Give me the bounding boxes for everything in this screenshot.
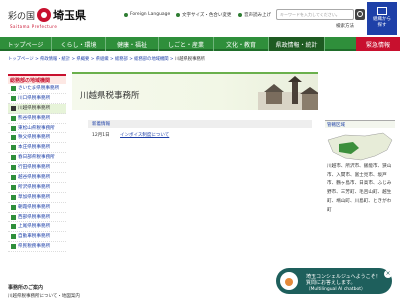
page-banner: 川越県税事務所 — [72, 72, 318, 110]
sidebar-item[interactable]: 秩父県税事務所 — [8, 133, 66, 144]
news-heading: 新着情報 — [88, 120, 312, 128]
logo-text-left: 彩の国 — [8, 11, 36, 22]
font-size-link[interactable]: 文字サイズ・色合い変更 — [176, 12, 231, 18]
nav-culture[interactable]: 文化・教育 — [214, 37, 269, 51]
nav-health[interactable]: 健康・福祉 — [106, 37, 159, 51]
news-item: 12月1日 インボイス制度について — [92, 132, 169, 138]
nav-top[interactable]: トップページ — [0, 37, 52, 51]
jurisdiction-map — [325, 130, 395, 166]
sidebar-item[interactable]: 所沢県税事務所 — [8, 183, 66, 193]
sidebar-item[interactable]: 草加県税事務所 — [8, 193, 66, 203]
main-nav: トップページ くらし・環境 健康・福祉 しごと・産業 文化・教育 県政情報・統計… — [0, 37, 400, 51]
site-header: 彩の国 埼玉県 Saitama Prefecture Foreign Langu… — [0, 0, 400, 36]
sidebar-item[interactable]: 本庄県税事務所 — [8, 143, 66, 154]
saitama-mark-icon — [37, 8, 52, 22]
crumb-soumu[interactable]: 総務部 — [115, 57, 128, 62]
search-help-link[interactable]: 検索方法 — [336, 23, 354, 29]
search-input[interactable]: キーワードを入力してください。 — [276, 9, 354, 20]
chatbot-banner[interactable]: 埼玉コンシェルジュへようこそ！ 質問にお答えします。 （Multilingual… — [276, 268, 392, 294]
sidebar-item[interactable]: 上尾県税事務所 — [8, 222, 66, 233]
crumb-prefgov[interactable]: 県政情報・統計 — [40, 57, 70, 62]
sidebar-item[interactable]: さいたま県税事務所 — [8, 84, 66, 94]
sidebar: 総務部の地域機関 さいたま県税事務所 川口県税事務所 川越県税事務所 熊谷県税事… — [8, 74, 66, 253]
nav-prefgov[interactable]: 県政情報・統計 — [269, 37, 325, 51]
sidebar-item[interactable]: 西部県税事務所 — [8, 213, 66, 223]
crumb-overview[interactable]: 県概要 — [76, 57, 89, 62]
sidebar-item-current[interactable]: 川越県税事務所 — [8, 103, 66, 114]
org-chart-icon — [377, 7, 387, 15]
kawagoe-townscape-icon — [258, 76, 318, 110]
crumb-current: 川越県税事務所 — [174, 57, 205, 62]
news-link[interactable]: インボイス制度について — [120, 133, 169, 138]
logo-subtitle: Saitama Prefecture — [10, 24, 58, 29]
crumb-top[interactable]: トップページ — [8, 57, 34, 62]
voice-read-label: 音声読み上げ — [244, 13, 271, 18]
crumb-org[interactable]: 県組織 — [96, 57, 109, 62]
sidebar-title: 総務部の地域機関 — [8, 74, 66, 84]
sidebar-item[interactable]: 春日部県税事務所 — [8, 153, 66, 164]
jurisdiction-heading: 管轄区域 — [325, 120, 395, 128]
sidebar-item[interactable]: 東松山県税事務所 — [8, 124, 66, 134]
site-logo[interactable]: 彩の国 埼玉県 — [8, 7, 86, 23]
nav-life[interactable]: くらし・環境 — [52, 37, 106, 51]
page-title: 川越県税事務所 — [80, 91, 140, 101]
org-search-label-1: 組織から — [373, 17, 391, 22]
font-size-label: 文字サイズ・色合い変更 — [182, 13, 232, 18]
nav-work[interactable]: しごと・産業 — [159, 37, 214, 51]
logo-text-right: 埼玉県 — [53, 9, 87, 22]
sidebar-item[interactable]: 越谷県税事務所 — [8, 173, 66, 183]
org-search-label-2: 探す — [377, 23, 387, 28]
sidebar-item[interactable]: 県民税務事務所 — [8, 242, 66, 253]
sidebar-item[interactable]: 自動車税事務所 — [8, 232, 66, 243]
search-icon[interactable] — [355, 9, 365, 20]
sidebar-item[interactable]: 行田県税事務所 — [8, 163, 66, 174]
text-size-icon — [176, 13, 180, 17]
speaker-icon — [238, 13, 242, 17]
foreign-language-label: Foreign Language — [130, 12, 171, 17]
jurisdiction-desc: 川越市、所沢市、飯能市、狭山市、入間市、富士見市、坂戸市、鶴ヶ島市、日高市、ふじ… — [327, 164, 392, 213]
news-date: 12月1日 — [92, 133, 110, 138]
voice-read-link[interactable]: 音声読み上げ — [238, 12, 271, 18]
org-search-button[interactable]: 組織から 探す — [367, 2, 397, 35]
office-guide-text[interactable]: 川越県税事務所について・地図案内 — [8, 293, 80, 299]
foreign-language-link[interactable]: Foreign Language — [124, 12, 170, 17]
chatbot-line-3: （Multilingual AI chatbot） — [306, 287, 366, 292]
sidebar-item[interactable]: 朝霞県税事務所 — [8, 203, 66, 213]
office-guide-title: 事務所のご案内 — [8, 285, 44, 291]
chatbot-avatar-icon — [280, 272, 298, 290]
crumb-regional[interactable]: 総務部の地域機関 — [134, 57, 168, 62]
nav-emergency[interactable]: 緊急情報 — [356, 37, 400, 51]
page: 彩の国 埼玉県 Saitama Prefecture Foreign Langu… — [0, 0, 400, 300]
sidebar-item[interactable]: 熊谷県税事務所 — [8, 114, 66, 124]
chatbot-close-icon[interactable]: × — [384, 270, 392, 278]
breadcrumb: トップページ > 県政情報・統計 > 県概要 > 県組織 > 総務部 > 総務部… — [8, 57, 205, 62]
globe-icon — [124, 12, 128, 17]
chatbot-line-2: 質問にお答えします。 — [306, 280, 356, 286]
jurisdiction-panel: 管轄区域 — [325, 120, 395, 166]
sidebar-item[interactable]: 川口県税事務所 — [8, 94, 66, 104]
